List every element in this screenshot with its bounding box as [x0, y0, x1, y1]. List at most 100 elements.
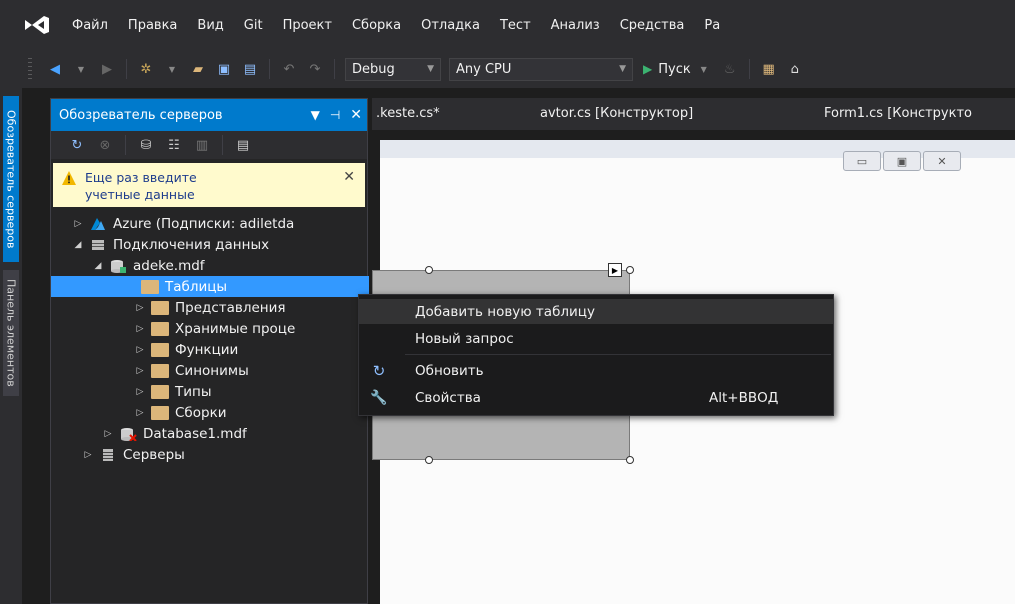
tab-avtor-designer[interactable]: avtor.cs [Конструктор]	[540, 106, 693, 121]
visual-studio-logo-icon	[25, 16, 49, 34]
toolbar-separator	[125, 135, 126, 155]
tree-item-stored-procedures[interactable]: ▷ Хранимые проце	[51, 318, 369, 339]
tree-item-label: Database1.mdf	[143, 425, 247, 442]
expand-icon[interactable]: ▷	[133, 387, 147, 397]
menu-tools[interactable]: Средства	[610, 18, 695, 33]
menu-project[interactable]: Проект	[273, 18, 342, 33]
connect-sharepoint-icon[interactable]: ▥	[194, 137, 210, 153]
menu-file[interactable]: Файл	[62, 18, 118, 33]
minimize-icon[interactable]: ▭	[843, 151, 881, 171]
tree-item-servers[interactable]: ▷ Серверы	[51, 444, 369, 465]
tree-item-label: Сборки	[175, 404, 227, 421]
dropdown-arrow-icon[interactable]: ▼	[164, 61, 180, 77]
expand-icon[interactable]: ▷	[133, 303, 147, 313]
window-position-dropdown-icon[interactable]: ▼	[311, 108, 320, 122]
refresh-icon[interactable]: ↻	[69, 137, 85, 153]
menu-item-properties[interactable]: 🔧 Свойства Alt+ВВОД	[359, 385, 833, 410]
expand-icon[interactable]: ▷	[133, 408, 147, 418]
collapse-icon[interactable]: ◢	[91, 261, 105, 271]
resize-handle[interactable]	[425, 456, 433, 464]
chevron-down-icon: ▼	[700, 64, 707, 74]
back-icon[interactable]: ◀	[47, 61, 63, 77]
folder-icon	[151, 384, 169, 399]
menu-view[interactable]: Вид	[187, 18, 233, 33]
tree-item-azure[interactable]: ▷ Azure (Подписки: adiletda	[51, 213, 369, 234]
form-caption-buttons: ▭ ▣ ✕	[843, 151, 963, 171]
chevron-down-icon: ▼	[427, 64, 434, 74]
menu-analyze[interactable]: Анализ	[541, 18, 610, 33]
folder-icon	[151, 321, 169, 336]
tab-form1-designer[interactable]: Form1.cs [Конструкто	[824, 106, 972, 121]
expand-icon[interactable]: ▷	[133, 366, 147, 376]
credentials-warning[interactable]: Еще раз введите учетные данные ✕	[53, 163, 365, 207]
warning-line-2: учетные данные	[85, 187, 195, 202]
toolbar-separator	[126, 59, 127, 79]
properties-icon[interactable]: ▤	[235, 137, 251, 153]
smart-tag-icon[interactable]: ▶	[608, 263, 622, 277]
menu-test[interactable]: Тест	[490, 18, 541, 33]
menu-item-new-query[interactable]: Новый запрос	[359, 326, 833, 351]
expand-icon[interactable]: ▷	[81, 450, 95, 460]
expand-icon[interactable]: ▷	[101, 429, 115, 439]
toolbar-separator	[334, 59, 335, 79]
tree-item-types[interactable]: ▷ Типы	[51, 381, 369, 402]
resize-handle[interactable]	[626, 266, 634, 274]
toolbar-grip[interactable]	[28, 58, 32, 80]
undo-icon[interactable]: ↶	[281, 61, 297, 77]
close-icon[interactable]: ✕	[343, 169, 355, 201]
chevron-down-icon: ▼	[619, 64, 626, 74]
browse-icon[interactable]: ▦	[761, 61, 777, 77]
expand-icon[interactable]: ▷	[133, 324, 147, 334]
tree-item-label: Типы	[175, 383, 212, 400]
connect-database-icon[interactable]: ⛁	[138, 137, 154, 153]
home-icon[interactable]: ⌂	[787, 61, 803, 77]
toolbox-side-tab[interactable]: Панель элементов	[3, 270, 19, 396]
new-project-icon[interactable]: ✲	[138, 61, 154, 77]
menu-item-refresh[interactable]: ↻ Обновить	[359, 358, 833, 383]
tree-item-database1-mdf[interactable]: ▷ Database1.mdf	[51, 423, 369, 444]
close-icon[interactable]: ✕	[923, 151, 961, 171]
start-button[interactable]: ▶ Пуск ▼	[643, 61, 717, 77]
maximize-icon[interactable]: ▣	[883, 151, 921, 171]
expand-icon[interactable]: ▷	[133, 345, 147, 355]
platform-dropdown[interactable]: Any CPU ▼	[449, 57, 633, 81]
resize-handle[interactable]	[425, 266, 433, 274]
context-menu: Добавить новую таблицу Новый запрос ↻ Об…	[358, 294, 834, 416]
connect-server-icon[interactable]: ☷	[166, 137, 182, 153]
menu-git[interactable]: Git	[234, 18, 273, 33]
menu-edit[interactable]: Правка	[118, 18, 187, 33]
configuration-dropdown[interactable]: Debug ▼	[345, 57, 441, 81]
tree-item-tables[interactable]: Таблицы	[51, 276, 369, 297]
save-all-icon[interactable]: ▤	[242, 61, 258, 77]
configuration-value: Debug	[352, 61, 395, 77]
tree-item-synonyms[interactable]: ▷ Синонимы	[51, 360, 369, 381]
warning-text: Еще раз введите учетные данные	[85, 169, 343, 202]
server-explorer-side-tab[interactable]: Обозреватель серверов	[3, 96, 19, 262]
close-icon[interactable]: ✕	[350, 107, 362, 123]
save-icon[interactable]: ▣	[216, 61, 232, 77]
expand-icon[interactable]: ▷	[71, 219, 85, 229]
menu-build[interactable]: Сборка	[342, 18, 411, 33]
tree-item-adeke-mdf[interactable]: ◢ adeke.mdf	[51, 255, 369, 276]
tree-item-functions[interactable]: ▷ Функции	[51, 339, 369, 360]
menu-bar: Файл Правка Вид Git Проект Сборка Отладк…	[0, 0, 1015, 50]
tree-item-assemblies[interactable]: ▷ Сборки	[51, 402, 369, 423]
tree-item-views[interactable]: ▷ Представления	[51, 297, 369, 318]
redo-icon[interactable]: ↷	[307, 61, 323, 77]
tree-item-label: adeke.mdf	[133, 257, 205, 274]
pin-icon[interactable]: ⊣	[330, 108, 340, 122]
resize-handle[interactable]	[626, 456, 634, 464]
tree-item-label: Подключения данных	[113, 236, 270, 253]
fire-icon[interactable]: ♨	[722, 61, 738, 77]
tree-item-data-connections[interactable]: ◢ Подключения данных	[51, 234, 369, 255]
menu-extensions[interactable]: Ра	[694, 18, 730, 33]
left-dock-strip: Обозреватель серверов Панель элементов	[0, 88, 22, 604]
dropdown-arrow-icon[interactable]: ▼	[73, 61, 89, 77]
open-folder-icon[interactable]: ▰	[190, 61, 206, 77]
forward-icon[interactable]: ▶	[99, 61, 115, 77]
stop-icon[interactable]: ⊗	[97, 137, 113, 153]
menu-debug[interactable]: Отладка	[411, 18, 490, 33]
tab-keste-cs[interactable]: .keste.cs*	[376, 106, 440, 121]
collapse-icon[interactable]: ◢	[71, 240, 85, 250]
menu-item-add-table[interactable]: Добавить новую таблицу	[359, 299, 833, 324]
